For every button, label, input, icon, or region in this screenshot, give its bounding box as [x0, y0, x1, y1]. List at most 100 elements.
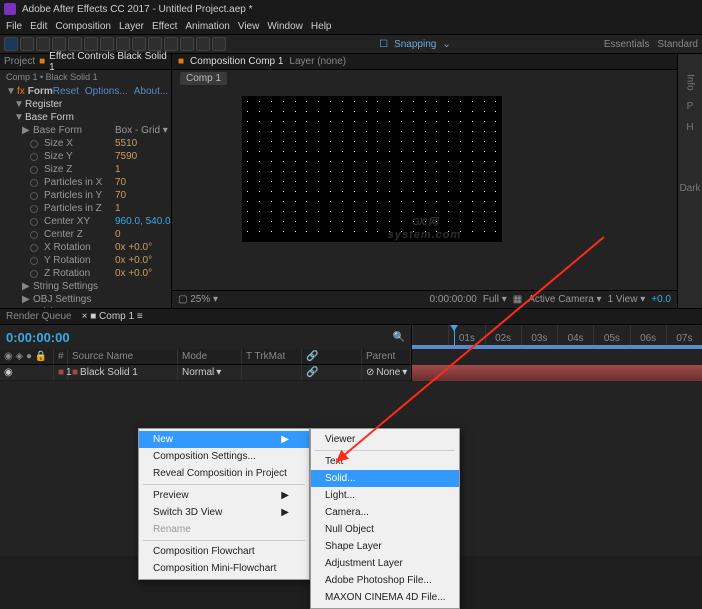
prop-row[interactable]: ▶Base FormBox - Grid ▾	[0, 124, 171, 137]
selection-tool[interactable]	[4, 37, 18, 51]
workspace-essentials[interactable]: Essentials	[604, 39, 650, 50]
menu-animation[interactable]: Animation	[185, 21, 229, 32]
pen-tool[interactable]	[116, 37, 130, 51]
timecode[interactable]: 0:00:00:00	[6, 330, 70, 345]
layer-row-1[interactable]: ◉ ■ 1 ■ Black Solid 1 Normal ▾ 🔗 ⊘ None …	[0, 365, 411, 381]
prop-row[interactable]: ▼Register	[0, 98, 171, 111]
prop-row[interactable]: Y Rotation0x +0.0°	[0, 254, 171, 267]
prop-row[interactable]: Center XY960.0, 540.0	[0, 215, 171, 228]
work-area-bar[interactable]	[412, 345, 702, 349]
comp-name[interactable]: Comp 1	[180, 72, 227, 85]
tab-composition[interactable]: Composition Comp 1	[190, 56, 283, 67]
effect-name[interactable]: Form	[28, 86, 53, 97]
ctx-comp-settings[interactable]: Composition Settings...	[139, 448, 309, 465]
ctx-reveal[interactable]: Reveal Composition in Project	[139, 465, 309, 482]
sub-light[interactable]: Light...	[311, 487, 459, 504]
menubar: File Edit Composition Layer Effect Anima…	[0, 18, 702, 34]
menu-composition[interactable]: Composition	[55, 21, 111, 32]
context-menu: New▶ Composition Settings... Reveal Comp…	[138, 428, 310, 580]
camera-dropdown[interactable]: Active Camera ▾	[528, 294, 601, 305]
workspace-standard[interactable]: Standard	[657, 39, 698, 50]
ec-crumb: Comp 1 • Black Solid 1	[0, 70, 171, 84]
hand-tool[interactable]	[20, 37, 34, 51]
text-tool[interactable]	[132, 37, 146, 51]
roto-tool[interactable]	[196, 37, 210, 51]
res-dropdown[interactable]: Full ▾	[483, 294, 507, 305]
view-dropdown[interactable]: 1 View ▾	[608, 294, 646, 305]
sub-shape[interactable]: Shape Layer	[311, 538, 459, 555]
canvas[interactable]	[242, 96, 502, 242]
sub-camera[interactable]: Camera...	[311, 504, 459, 521]
camera-tool[interactable]	[68, 37, 82, 51]
anchor-tool[interactable]	[84, 37, 98, 51]
menu-file[interactable]: File	[6, 21, 22, 32]
prop-row[interactable]: Particles in Y70	[0, 189, 171, 202]
tab-layer[interactable]: Layer (none)	[289, 56, 346, 67]
right-h[interactable]: H	[686, 122, 693, 133]
menu-layer[interactable]: Layer	[119, 21, 144, 32]
tab-render-queue[interactable]: Render Queue	[6, 311, 72, 322]
search-icon[interactable]: 🔍	[393, 332, 405, 343]
prop-row[interactable]: ▼Particle	[0, 306, 171, 308]
prop-row[interactable]: Z Rotation0x +0.0°	[0, 267, 171, 280]
effect-options[interactable]: Options...	[85, 86, 128, 97]
menu-edit[interactable]: Edit	[30, 21, 47, 32]
prop-row[interactable]: Size X5510	[0, 137, 171, 150]
effect-reset[interactable]: Reset	[53, 86, 79, 97]
prop-row[interactable]: Size Y7590	[0, 150, 171, 163]
rotate-tool[interactable]	[52, 37, 66, 51]
tl-columns: ◉ ◈ ● 🔒 # Source Name Mode T TrkMat 🔗 Pa…	[0, 349, 411, 365]
prop-row[interactable]: Particles in Z1	[0, 202, 171, 215]
composition-panel: ■ Composition Comp 1 Layer (none) Comp 1…	[172, 54, 678, 308]
prop-row[interactable]: Particles in X70	[0, 176, 171, 189]
snapping-opts-icon[interactable]: ⌄	[442, 39, 450, 50]
prop-row[interactable]: Center Z0	[0, 228, 171, 241]
clone-tool[interactable]	[164, 37, 178, 51]
right-dark[interactable]: Dark	[679, 183, 700, 194]
title-text: Adobe After Effects CC 2017 - Untitled P…	[22, 4, 253, 15]
ctx-mini[interactable]: Composition Mini-Flowchart	[139, 560, 309, 577]
rect-tool[interactable]	[100, 37, 114, 51]
zoom-dropdown[interactable]: ▢ 25% ▾	[178, 294, 218, 305]
brush-tool[interactable]	[148, 37, 162, 51]
sub-ps[interactable]: Adobe Photoshop File...	[311, 572, 459, 589]
ctx-switch3d[interactable]: Switch 3D View▶	[139, 504, 309, 521]
sub-null[interactable]: Null Object	[311, 521, 459, 538]
right-p[interactable]: P	[687, 101, 694, 112]
eraser-tool[interactable]	[180, 37, 194, 51]
exposure[interactable]: +0.0	[651, 294, 671, 305]
sub-viewer[interactable]: Viewer	[311, 431, 459, 448]
ctx-preview[interactable]: Preview▶	[139, 487, 309, 504]
tab-timeline-comp[interactable]: Comp 1	[99, 311, 134, 322]
prop-row[interactable]: Size Z1	[0, 163, 171, 176]
prop-row[interactable]: ▼Base Form	[0, 111, 171, 124]
menu-help[interactable]: Help	[311, 21, 332, 32]
menu-window[interactable]: Window	[267, 21, 303, 32]
sub-solid[interactable]: Solid...	[311, 470, 459, 487]
layer-bar[interactable]	[412, 365, 702, 381]
prop-row[interactable]: ▶OBJ Settings	[0, 293, 171, 306]
sub-c4d[interactable]: MAXON CINEMA 4D File...	[311, 589, 459, 606]
ctx-flowchart[interactable]: Composition Flowchart	[139, 543, 309, 560]
property-tree: ▼Register▼Base Form▶Base FormBox - Grid …	[0, 98, 171, 308]
viewer-footer: ▢ 25% ▾ 0:00:00:00 Full ▾ ▦ Active Camer…	[172, 290, 677, 308]
right-info[interactable]: Info	[685, 74, 696, 91]
ctx-new[interactable]: New▶	[139, 431, 309, 448]
sub-adj[interactable]: Adjustment Layer	[311, 555, 459, 572]
snapping-checkbox[interactable]: ☐	[379, 39, 388, 50]
effect-about[interactable]: About...	[134, 86, 168, 97]
tab-project[interactable]: Project	[4, 56, 35, 67]
puppet-tool[interactable]	[212, 37, 226, 51]
layer-name: Black Solid 1	[80, 367, 138, 378]
prop-row[interactable]: X Rotation0x +0.0°	[0, 241, 171, 254]
sub-text[interactable]: Text	[311, 453, 459, 470]
zoom-tool[interactable]	[36, 37, 50, 51]
footer-time[interactable]: 0:00:00:00	[430, 294, 477, 305]
app-icon	[4, 3, 16, 15]
viewer[interactable]: GXI 网 system.com	[172, 86, 677, 290]
prop-row[interactable]: ▶String Settings	[0, 280, 171, 293]
menu-view[interactable]: View	[238, 21, 260, 32]
snapping-label: Snapping	[394, 39, 436, 50]
grid-icon[interactable]: ▦	[513, 294, 522, 305]
menu-effect[interactable]: Effect	[152, 21, 177, 32]
